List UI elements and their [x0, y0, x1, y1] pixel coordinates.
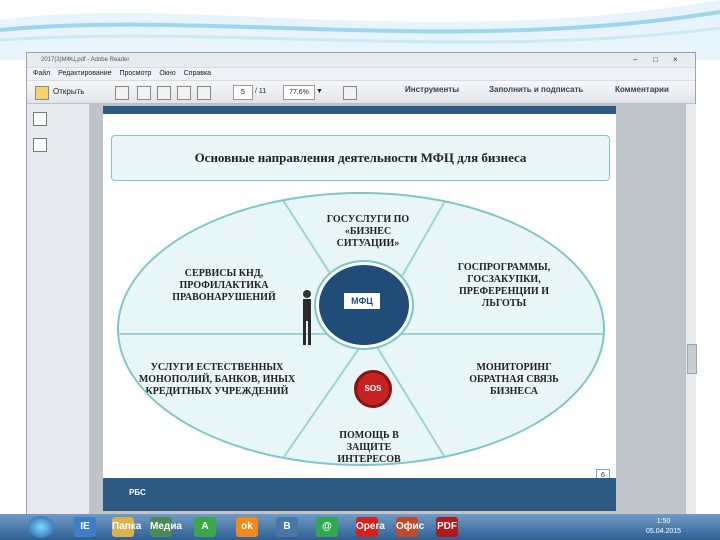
sos-icon: SOS — [354, 370, 392, 408]
taskbar-mail[interactable]: @ — [316, 517, 338, 537]
taskbar-clock[interactable]: 1:50 05.04.2015 — [646, 517, 681, 537]
segment-monopolies: УСЛУГИ ЕСТЕСТВЕННЫХ МОНОПОЛИЙ, БАНКОВ, И… — [138, 362, 296, 397]
menu-help[interactable]: Справка — [184, 70, 211, 77]
menu-edit[interactable]: Редактирование — [58, 70, 111, 77]
toolbar: Открыть 5 / 11 77,6% ▼ Инструменты Запол… — [27, 81, 695, 104]
taskbar-opera[interactable]: Opera — [356, 517, 385, 537]
taskbar-pdf[interactable]: PDF — [436, 517, 458, 537]
taskbar-ok[interactable]: ok — [236, 517, 258, 537]
create-pdf-icon[interactable] — [115, 86, 129, 100]
close-icon[interactable]: × — [673, 53, 678, 67]
segment-help: ПОМОЩЬ В ЗАЩИТЕ ИНТЕРЕСОВ — [337, 430, 401, 465]
taskbar-folder[interactable]: Папка — [112, 517, 141, 537]
segment-knd: СЕРВИСЫ КНД, ПРОФИЛАКТИКА ПРАВОНАРУШЕНИЙ — [172, 268, 276, 303]
start-button[interactable] — [28, 516, 54, 538]
footer-logo: РБС — [129, 488, 146, 497]
page-header-band — [103, 106, 616, 114]
minimize-icon[interactable]: – — [633, 53, 637, 67]
clock-date: 05.04.2015 — [646, 528, 682, 535]
slide-title: Основные направления деятельности МФЦ дл… — [111, 135, 610, 181]
menu-bar: Файл Редактирование Просмотр Окно Справк… — [27, 68, 695, 80]
menu-file[interactable]: Файл — [33, 70, 50, 77]
mfc-label: МФЦ — [343, 292, 381, 310]
open-button[interactable]: Открыть — [53, 85, 84, 99]
comments-button[interactable]: Комментарии — [615, 85, 669, 94]
zoom-dropdown-icon[interactable]: ▼ — [316, 85, 323, 99]
attachments-icon[interactable] — [33, 138, 47, 152]
folder-icon[interactable] — [35, 86, 49, 100]
taskbar-media[interactable]: Медиа — [150, 517, 182, 537]
page-number-input[interactable]: 5 — [233, 85, 253, 100]
window-title: 2017(3)МФЦ.pdf - Adobe Reader — [41, 57, 130, 63]
taskbar-vk[interactable]: В — [276, 517, 298, 537]
segment-gosprogrammy: ГОСПРОГРАММЫ, ГОСЗАКУПКИ, ПРЕФЕРЕНЦИИ И … — [457, 262, 551, 309]
window-titlebar: 2017(3)МФЦ.pdf - Adobe Reader – □ × — [27, 53, 695, 67]
segment-monitoring: МОНИТОРИНГ ОБРАТНАЯ СВЯЗЬ БИЗНЕСА — [469, 362, 559, 397]
clock-time: 1:50 — [656, 518, 671, 525]
pdf-page: Основные направления деятельности МФЦ дл… — [103, 106, 616, 511]
slide-footer: РБС — [103, 478, 616, 511]
menu-view[interactable]: Просмотр — [119, 70, 151, 77]
fill-sign-button[interactable]: Заполнить и подписать — [489, 85, 583, 94]
businessman-figure — [303, 290, 311, 345]
taskbar-ie[interactable]: IE — [74, 517, 96, 537]
select-tool-icon[interactable] — [343, 86, 357, 100]
page-total: / 11 — [255, 88, 267, 95]
navigation-panel — [27, 104, 90, 515]
pages-icon[interactable] — [33, 112, 47, 126]
zoom-input[interactable]: 77,6% — [283, 85, 315, 100]
email-icon[interactable] — [177, 86, 191, 100]
tools-button[interactable]: Инструменты — [405, 85, 459, 94]
taskbar-office[interactable]: Офис — [396, 517, 424, 537]
segment-gosuslugi: ГОСУСЛУГИ ПО «БИЗНЕС СИТУАЦИИ» — [326, 214, 410, 249]
background-swoosh — [0, 0, 720, 60]
print-icon[interactable] — [137, 86, 151, 100]
save-icon[interactable] — [197, 86, 211, 100]
scrollbar-thumb[interactable] — [687, 344, 697, 374]
taskbar: IE Папка Медиа A ok В @ Opera Офис PDF 1… — [0, 514, 720, 540]
maximize-icon[interactable]: □ — [653, 53, 658, 67]
taskbar-app-a[interactable]: A — [194, 517, 216, 537]
menu-window[interactable]: Окно — [159, 70, 175, 77]
vertical-scrollbar[interactable] — [685, 104, 697, 515]
edit-icon[interactable] — [157, 86, 171, 100]
